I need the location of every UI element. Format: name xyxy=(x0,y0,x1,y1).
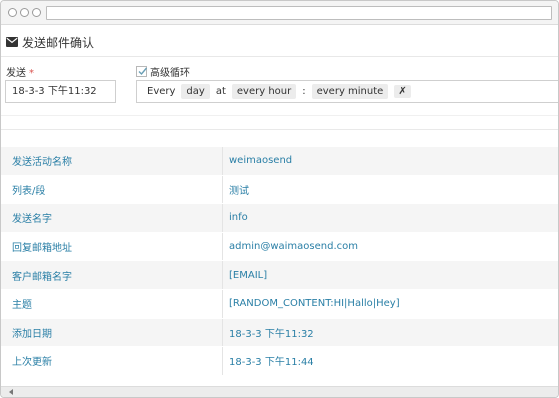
window-control-dot[interactable] xyxy=(32,8,41,17)
cron-minute-select[interactable]: every minute xyxy=(311,84,389,99)
scroll-left-icon[interactable] xyxy=(9,389,13,395)
window-titlebar xyxy=(1,1,558,25)
row-key: 回复邮箱地址 xyxy=(1,232,223,261)
table-row: 主题 [RANDOM_CONTENT:HI|Hallo|Hey] xyxy=(1,288,558,318)
row-value: admin@waimaosend.com xyxy=(229,241,358,253)
send-label-text: 发送 xyxy=(6,68,26,79)
cron-schedule-field: Every day at every hour : every minute ✗ xyxy=(136,80,558,103)
table-row: 回复邮箱地址 admin@waimaosend.com xyxy=(1,231,558,261)
table-row: 添加日期 18-3-3 下午11:32 xyxy=(1,317,558,347)
advanced-recurrence-label: 高级循环 xyxy=(150,68,190,79)
cron-hour-select[interactable]: every hour xyxy=(231,84,297,99)
required-mark: * xyxy=(29,68,34,79)
cron-period-select[interactable]: day xyxy=(181,84,210,99)
send-label: 发送 * xyxy=(6,64,34,79)
row-key: 发送名字 xyxy=(1,204,223,232)
row-key: 上次更新 xyxy=(1,347,223,375)
send-datetime-input[interactable]: 18-3-3 下午11:32 xyxy=(5,80,116,103)
advanced-recurrence-toggle[interactable]: 高级循环 xyxy=(136,64,190,79)
cron-clear-button[interactable]: ✗ xyxy=(394,85,411,98)
row-key: 发送活动名称 xyxy=(1,147,223,175)
envelope-icon xyxy=(6,37,18,47)
page-title: 发送邮件确认 xyxy=(22,35,95,50)
cron-every-label: Every xyxy=(147,86,176,97)
row-key: 列表/段 xyxy=(1,175,223,204)
table-row: 列表/段 测试 xyxy=(1,174,558,204)
row-value: [EMAIL] xyxy=(229,269,268,281)
row-value: weimaosend xyxy=(229,155,293,167)
row-key: 添加日期 xyxy=(1,318,223,347)
row-value: 测试 xyxy=(229,185,249,197)
divider xyxy=(1,56,558,57)
checkmark-icon xyxy=(138,67,148,76)
advanced-recurrence-checkbox[interactable] xyxy=(136,66,148,77)
cron-separator: : xyxy=(302,86,306,97)
table-row: 上次更新 18-3-3 下午11:44 xyxy=(1,346,558,375)
table-row: 客户邮箱名字 [EMAIL] xyxy=(1,260,558,289)
page-header: 发送邮件确认 xyxy=(6,34,94,50)
divider xyxy=(1,129,558,130)
window-control-dot[interactable] xyxy=(20,8,29,17)
row-value: info xyxy=(229,212,248,224)
table-row: 发送名字 info xyxy=(1,203,558,232)
window-control-dot[interactable] xyxy=(8,8,17,17)
row-key: 客户邮箱名字 xyxy=(1,261,223,289)
cron-at-label: at xyxy=(215,86,226,97)
details-table: 发送活动名称 weimaosend 列表/段 测试 发送名字 info 回复邮箱… xyxy=(1,146,558,375)
row-value: [RANDOM_CONTENT:HI|Hallo|Hey] xyxy=(229,298,400,310)
horizontal-scrollbar[interactable] xyxy=(1,386,558,397)
row-value: 18-3-3 下午11:44 xyxy=(229,357,314,369)
browser-window: 发送邮件确认 发送 * 18-3-3 下午11:32 高级循环 Every day… xyxy=(0,0,559,398)
address-bar[interactable] xyxy=(46,6,552,20)
table-row: 发送活动名称 weimaosend xyxy=(1,146,558,175)
row-value: 18-3-3 下午11:32 xyxy=(229,328,314,340)
row-key: 主题 xyxy=(1,289,223,318)
divider xyxy=(1,115,558,116)
